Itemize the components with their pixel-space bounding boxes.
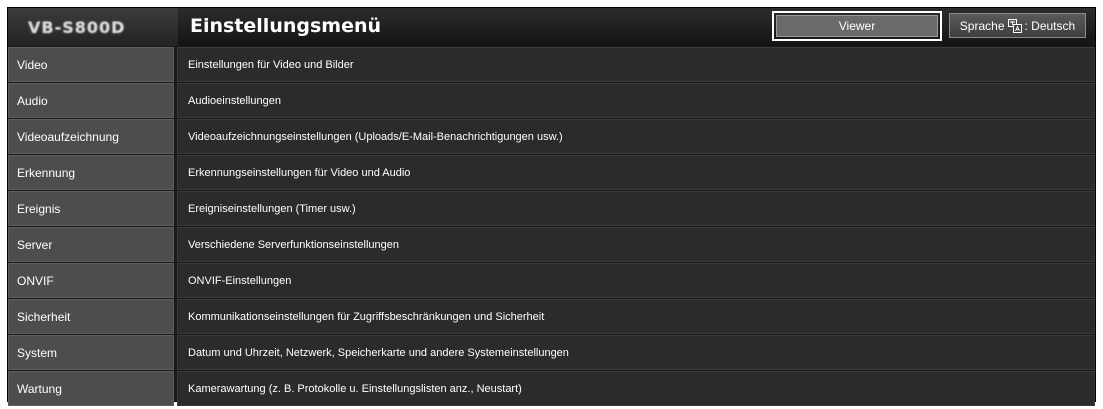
page-title: Einstellungsmenü	[190, 15, 382, 37]
menu-row-audio[interactable]: Audio Audioeinstellungen	[8, 83, 1095, 118]
menu-label[interactable]: Erkennung	[8, 155, 174, 190]
menu-description[interactable]: Datum und Uhrzeit, Netzwerk, Speicherkar…	[177, 335, 1095, 370]
menu-row-sicherheit[interactable]: Sicherheit Kommunikationseinstellungen f…	[8, 299, 1095, 334]
logo-area: VB-S800D	[8, 8, 178, 46]
menu-description[interactable]: Verschiedene Serverfunktionseinstellunge…	[177, 227, 1095, 262]
menu-description[interactable]: Audioeinstellungen	[177, 83, 1095, 118]
menu-description[interactable]: Erkennungseinstellungen für Video und Au…	[177, 155, 1095, 190]
menu-row-videoaufzeichnung[interactable]: Videoaufzeichnung Videoaufzeichnungseins…	[8, 119, 1095, 154]
menu-label[interactable]: Audio	[8, 83, 174, 118]
language-value: : Deutsch	[1024, 18, 1076, 33]
viewer-button[interactable]: Viewer	[776, 15, 938, 37]
menu-row-ereignis[interactable]: Ereignis Ereigniseinstellungen (Timer us…	[8, 191, 1095, 226]
viewer-button-focus-ring: Viewer	[772, 11, 942, 41]
menu-description[interactable]: ONVIF-Einstellungen	[177, 263, 1095, 298]
menu-description[interactable]: Kamerawartung (z. B. Protokolle u. Einst…	[177, 371, 1095, 406]
menu-label[interactable]: Sicherheit	[8, 299, 174, 334]
product-logo: VB-S800D	[28, 17, 126, 37]
menu-row-system[interactable]: System Datum und Uhrzeit, Netzwerk, Spei…	[8, 335, 1095, 370]
menu-row-erkennung[interactable]: Erkennung Erkennungseinstellungen für Vi…	[8, 155, 1095, 190]
menu-description[interactable]: Ereigniseinstellungen (Timer usw.)	[177, 191, 1095, 226]
language-button[interactable]: Sprache : Deutsch	[949, 13, 1086, 38]
menu-label[interactable]: Wartung	[8, 371, 174, 406]
menu-row-server[interactable]: Server Verschiedene Serverfunktionseinst…	[8, 227, 1095, 262]
menu-label[interactable]: Videoaufzeichnung	[8, 119, 174, 154]
menu-row-onvif[interactable]: ONVIF ONVIF-Einstellungen	[8, 263, 1095, 298]
settings-frame: VB-S800D Einstellungsmenü Viewer Sprache…	[7, 7, 1096, 406]
menu-label[interactable]: Ereignis	[8, 191, 174, 226]
header-bar: VB-S800D Einstellungsmenü Viewer Sprache…	[8, 8, 1095, 46]
menu-label[interactable]: System	[8, 335, 174, 370]
menu-row-video[interactable]: Video Einstellungen für Video und Bilder	[8, 47, 1095, 82]
menu-description[interactable]: Videoaufzeichnungseinstellungen (Uploads…	[177, 119, 1095, 154]
menu-description[interactable]: Einstellungen für Video und Bilder	[177, 47, 1095, 82]
settings-menu: Video Einstellungen für Video und Bilder…	[8, 46, 1095, 406]
menu-row-wartung[interactable]: Wartung Kamerawartung (z. B. Protokolle …	[8, 371, 1095, 406]
menu-description[interactable]: Kommunikationseinstellungen für Zugriffs…	[177, 299, 1095, 334]
language-label: Sprache	[959, 18, 1005, 33]
menu-label[interactable]: Video	[8, 47, 174, 82]
menu-label[interactable]: Server	[8, 227, 174, 262]
language-icon	[1007, 18, 1022, 33]
menu-label[interactable]: ONVIF	[8, 263, 174, 298]
